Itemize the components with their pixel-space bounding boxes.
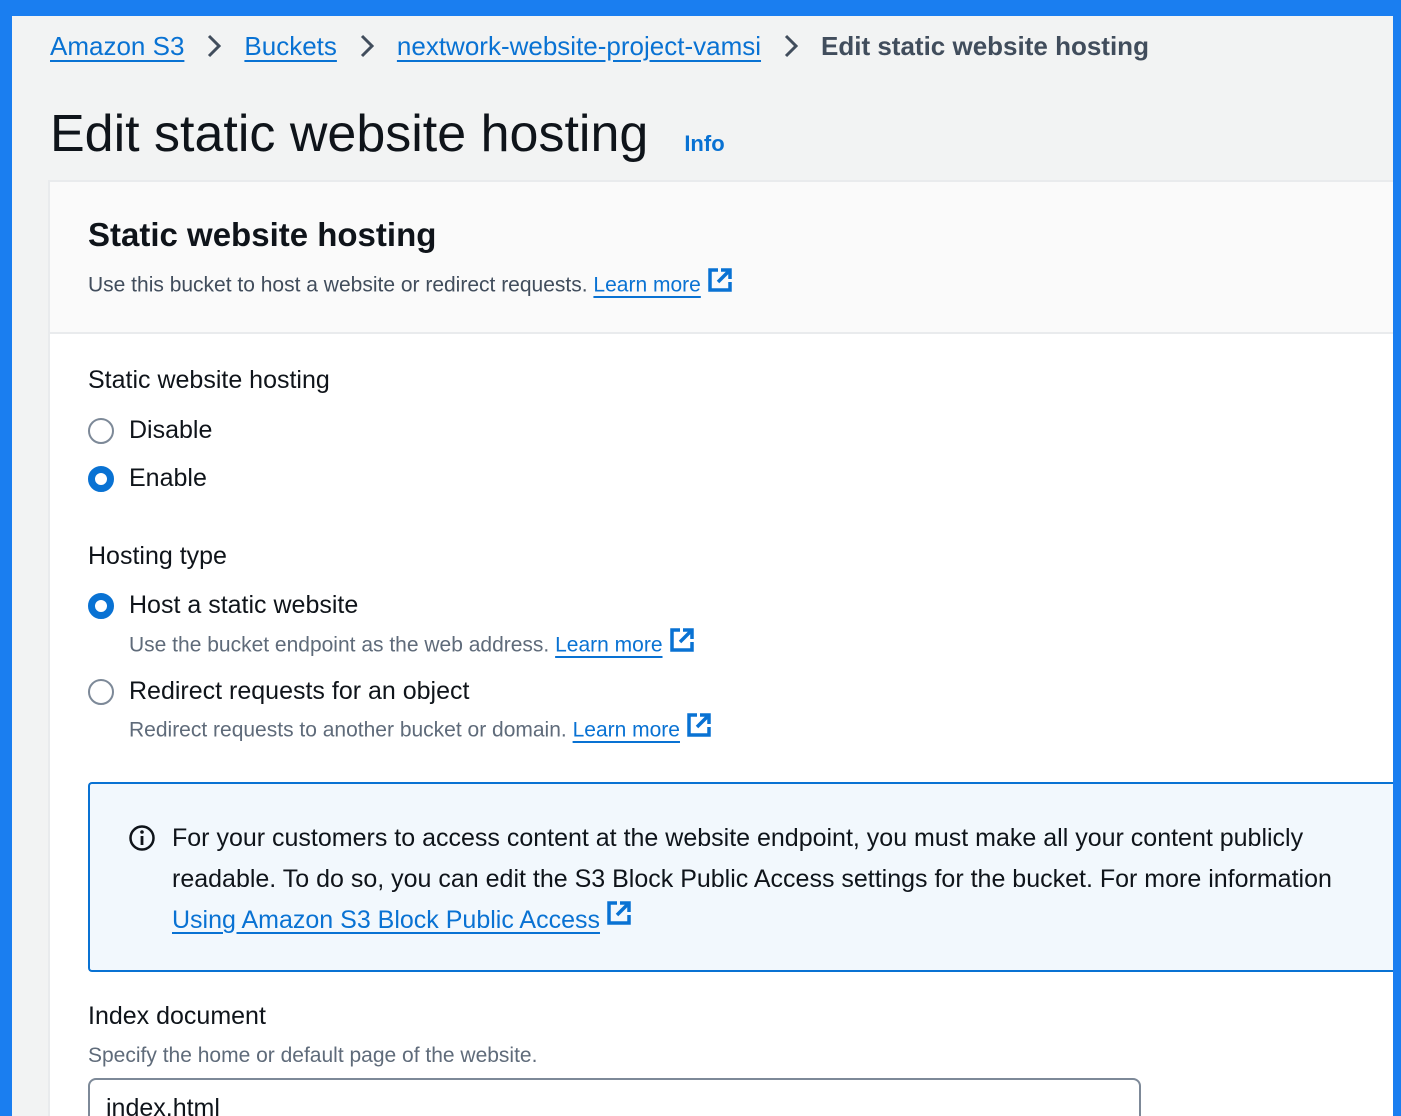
radio-description-text: Redirect requests to another bucket or d… <box>129 718 567 742</box>
external-link-icon[interactable] <box>606 898 632 939</box>
radio-host-static-website[interactable]: Host a static website <box>88 591 358 620</box>
alert-text: For your customers to access content at … <box>172 818 1393 942</box>
panel-title: Static website hosting <box>88 216 437 253</box>
page-header: Edit static website hosting Info <box>50 104 725 164</box>
radio-label: Enable <box>129 464 207 492</box>
breadcrumb-amazon-s3[interactable]: Amazon S3 <box>50 31 184 62</box>
learn-more-link[interactable]: Learn more <box>593 274 700 297</box>
info-circle-icon <box>128 824 156 857</box>
radio-button-checked[interactable] <box>88 592 114 619</box>
index-document-helper: Specify the home or default page of the … <box>88 1044 538 1067</box>
radio-button-checked[interactable] <box>88 465 114 492</box>
alert-line: For your customers to access content at … <box>172 824 1304 852</box>
index-document-input[interactable]: index.html <box>88 1078 1141 1116</box>
external-link-icon[interactable] <box>686 712 712 744</box>
radio-label: Disable <box>129 416 213 444</box>
radio-enable[interactable]: Enable <box>88 464 207 493</box>
breadcrumb-buckets[interactable]: Buckets <box>244 31 337 62</box>
breadcrumb: Amazon S3 Buckets nextwork-website-proje… <box>50 28 1149 64</box>
info-link[interactable]: Info <box>684 131 724 157</box>
hosting-toggle-label: Static website hosting <box>88 366 330 394</box>
radio-label: Host a static website <box>129 591 359 619</box>
learn-more-link[interactable]: Learn more <box>573 719 680 742</box>
breadcrumb-bucket-name[interactable]: nextwork-website-project-vamsi <box>397 31 761 62</box>
panel-header: Static website hosting Use this bucket t… <box>50 182 1393 334</box>
radio-button[interactable] <box>88 417 114 444</box>
learn-more-link[interactable]: Learn more <box>555 634 662 657</box>
chevron-right-icon <box>184 34 244 58</box>
block-public-access-link[interactable]: Using Amazon S3 Block Public Access <box>172 906 600 934</box>
info-alert: For your customers to access content at … <box>88 782 1393 972</box>
panel-description: Use this bucket to host a website or red… <box>88 267 1393 302</box>
radio-description: Use the bucket endpoint as the web addre… <box>129 627 695 662</box>
page-title: Edit static website hosting <box>50 105 649 163</box>
alert-line: readable. To do so, you can edit the S3 … <box>172 865 1332 893</box>
breadcrumb-current: Edit static website hosting <box>821 30 1149 61</box>
radio-description-text: Use the bucket endpoint as the web addre… <box>129 633 550 657</box>
index-document-label: Index document <box>88 1002 266 1030</box>
static-website-hosting-panel: Static website hosting Use this bucket t… <box>48 180 1393 1116</box>
radio-redirect-requests[interactable]: Redirect requests for an object <box>88 677 469 706</box>
panel-description-text: Use this bucket to host a website or red… <box>88 273 588 297</box>
radio-label: Redirect requests for an object <box>129 677 470 705</box>
radio-button[interactable] <box>88 678 114 705</box>
chevron-right-icon <box>337 34 397 58</box>
hosting-type-label: Hosting type <box>88 542 227 570</box>
external-link-icon[interactable] <box>669 627 695 659</box>
radio-disable[interactable]: Disable <box>88 416 212 445</box>
radio-description: Redirect requests to another bucket or d… <box>129 712 712 747</box>
console-frame: Amazon S3 Buckets nextwork-website-proje… <box>12 16 1393 1116</box>
external-link-icon[interactable] <box>707 267 733 299</box>
chevron-right-icon <box>761 34 821 58</box>
